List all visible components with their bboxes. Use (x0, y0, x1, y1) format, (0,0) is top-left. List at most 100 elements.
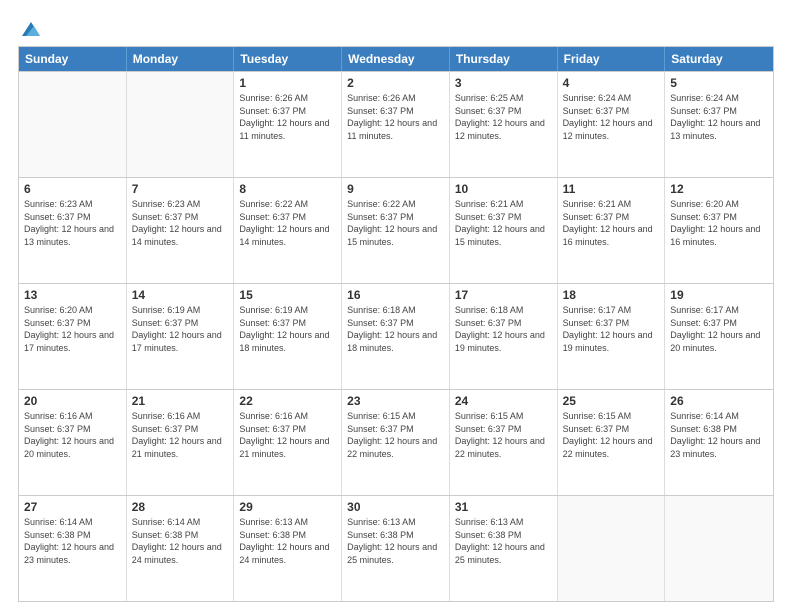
day-info: Sunrise: 6:21 AM Sunset: 6:37 PM Dayligh… (455, 198, 552, 248)
calendar-cell: 8Sunrise: 6:22 AM Sunset: 6:37 PM Daylig… (234, 178, 342, 283)
day-info: Sunrise: 6:13 AM Sunset: 6:38 PM Dayligh… (239, 516, 336, 566)
day-number: 27 (24, 500, 121, 514)
calendar-cell: 9Sunrise: 6:22 AM Sunset: 6:37 PM Daylig… (342, 178, 450, 283)
day-info: Sunrise: 6:25 AM Sunset: 6:37 PM Dayligh… (455, 92, 552, 142)
calendar-cell: 20 Sunrise: 6:16 AM Sunset: 6:37 PM Dayli… (19, 390, 127, 495)
day-info: Sunrise: 6:19 AM Sunset: 6:37 PM Dayligh… (239, 304, 336, 354)
day-number: 2 (347, 76, 444, 90)
day-number: 19 (670, 288, 768, 302)
logo-icon (20, 18, 42, 40)
day-info: Sunrise: 6:16 AM Sunset: 6:37 PM Dayligh… (132, 410, 229, 460)
calendar-cell (19, 72, 127, 177)
day-info: Sunrise: 6:24 AM Sunset: 6:37 PM Dayligh… (670, 92, 768, 142)
calendar-header-cell: Thursday (450, 47, 558, 71)
day-number: 7 (132, 182, 229, 196)
day-number: 28 (132, 500, 229, 514)
day-info: Sunrise: 6:16 AM Sunset: 6:37 PM Dayligh… (24, 410, 121, 460)
calendar-cell: 12 Sunrise: 6:20 AM Sunset: 6:37 PM Dayli… (665, 178, 773, 283)
calendar-cell: 17 Sunrise: 6:18 AM Sunset: 6:37 PM Dayli… (450, 284, 558, 389)
day-info: Sunrise: 6:14 AM Sunset: 6:38 PM Dayligh… (132, 516, 229, 566)
day-number: 13 (24, 288, 121, 302)
calendar-cell: 5 Sunrise: 6:24 AM Sunset: 6:37 PM Daylig… (665, 72, 773, 177)
calendar-cell: 15 Sunrise: 6:19 AM Sunset: 6:37 PM Dayli… (234, 284, 342, 389)
calendar-cell: 16Sunrise: 6:18 AM Sunset: 6:37 PM Dayli… (342, 284, 450, 389)
calendar-header: SundayMondayTuesdayWednesdayThursdayFrid… (19, 47, 773, 71)
day-info: Sunrise: 6:16 AM Sunset: 6:37 PM Dayligh… (239, 410, 336, 460)
calendar-cell: 25 Sunrise: 6:15 AM Sunset: 6:37 PM Dayli… (558, 390, 666, 495)
day-number: 20 (24, 394, 121, 408)
day-info: Sunrise: 6:15 AM Sunset: 6:37 PM Dayligh… (563, 410, 660, 460)
calendar-header-cell: Sunday (19, 47, 127, 71)
day-number: 15 (239, 288, 336, 302)
day-info: Sunrise: 6:14 AM Sunset: 6:38 PM Dayligh… (24, 516, 121, 566)
day-info: Sunrise: 6:20 AM Sunset: 6:37 PM Dayligh… (670, 198, 768, 248)
calendar-header-cell: Saturday (665, 47, 773, 71)
calendar-cell: 18Sunrise: 6:17 AM Sunset: 6:37 PM Dayli… (558, 284, 666, 389)
calendar-week: 1 Sunrise: 6:26 AM Sunset: 6:37 PM Daylig… (19, 71, 773, 177)
day-number: 1 (239, 76, 336, 90)
calendar-cell: 2 Sunrise: 6:26 AM Sunset: 6:37 PM Daylig… (342, 72, 450, 177)
day-number: 23 (347, 394, 444, 408)
calendar-cell: 23 Sunrise: 6:15 AM Sunset: 6:37 PM Dayli… (342, 390, 450, 495)
calendar: SundayMondayTuesdayWednesdayThursdayFrid… (18, 46, 774, 602)
calendar-cell: 24 Sunrise: 6:15 AM Sunset: 6:37 PM Dayli… (450, 390, 558, 495)
calendar-cell: 29Sunrise: 6:13 AM Sunset: 6:38 PM Dayli… (234, 496, 342, 601)
calendar-cell (127, 72, 235, 177)
day-info: Sunrise: 6:14 AM Sunset: 6:38 PM Dayligh… (670, 410, 768, 460)
day-info: Sunrise: 6:23 AM Sunset: 6:37 PM Dayligh… (24, 198, 121, 248)
calendar-cell: 3 Sunrise: 6:25 AM Sunset: 6:37 PM Daylig… (450, 72, 558, 177)
calendar-cell: 13Sunrise: 6:20 AM Sunset: 6:37 PM Dayli… (19, 284, 127, 389)
day-info: Sunrise: 6:15 AM Sunset: 6:37 PM Dayligh… (347, 410, 444, 460)
day-number: 4 (563, 76, 660, 90)
calendar-cell: 10Sunrise: 6:21 AM Sunset: 6:37 PM Dayli… (450, 178, 558, 283)
calendar-body: 1 Sunrise: 6:26 AM Sunset: 6:37 PM Daylig… (19, 71, 773, 601)
day-number: 21 (132, 394, 229, 408)
day-info: Sunrise: 6:13 AM Sunset: 6:38 PM Dayligh… (347, 516, 444, 566)
calendar-cell (558, 496, 666, 601)
day-number: 26 (670, 394, 768, 408)
calendar-header-cell: Monday (127, 47, 235, 71)
calendar-cell: 19 Sunrise: 6:17 AM Sunset: 6:37 PM Dayli… (665, 284, 773, 389)
page: SundayMondayTuesdayWednesdayThursdayFrid… (0, 0, 792, 612)
calendar-cell: 31Sunrise: 6:13 AM Sunset: 6:38 PM Dayli… (450, 496, 558, 601)
day-number: 17 (455, 288, 552, 302)
calendar-cell: 11Sunrise: 6:21 AM Sunset: 6:37 PM Dayli… (558, 178, 666, 283)
day-number: 25 (563, 394, 660, 408)
calendar-cell (665, 496, 773, 601)
calendar-header-cell: Tuesday (234, 47, 342, 71)
day-info: Sunrise: 6:19 AM Sunset: 6:37 PM Dayligh… (132, 304, 229, 354)
day-number: 22 (239, 394, 336, 408)
calendar-week: 13Sunrise: 6:20 AM Sunset: 6:37 PM Dayli… (19, 283, 773, 389)
calendar-cell: 7 Sunrise: 6:23 AM Sunset: 6:37 PM Daylig… (127, 178, 235, 283)
day-info: Sunrise: 6:15 AM Sunset: 6:37 PM Dayligh… (455, 410, 552, 460)
day-info: Sunrise: 6:26 AM Sunset: 6:37 PM Dayligh… (239, 92, 336, 142)
calendar-cell: 22 Sunrise: 6:16 AM Sunset: 6:37 PM Dayli… (234, 390, 342, 495)
day-number: 12 (670, 182, 768, 196)
calendar-header-cell: Wednesday (342, 47, 450, 71)
day-info: Sunrise: 6:17 AM Sunset: 6:37 PM Dayligh… (670, 304, 768, 354)
calendar-cell: 30 Sunrise: 6:13 AM Sunset: 6:38 PM Dayli… (342, 496, 450, 601)
calendar-cell: 14 Sunrise: 6:19 AM Sunset: 6:37 PM Dayli… (127, 284, 235, 389)
calendar-header-cell: Friday (558, 47, 666, 71)
day-info: Sunrise: 6:18 AM Sunset: 6:37 PM Dayligh… (455, 304, 552, 354)
calendar-cell: 21 Sunrise: 6:16 AM Sunset: 6:37 PM Dayli… (127, 390, 235, 495)
day-number: 14 (132, 288, 229, 302)
calendar-cell: 6Sunrise: 6:23 AM Sunset: 6:37 PM Daylig… (19, 178, 127, 283)
calendar-week: 27 Sunrise: 6:14 AM Sunset: 6:38 PM Dayli… (19, 495, 773, 601)
calendar-cell: 1 Sunrise: 6:26 AM Sunset: 6:37 PM Daylig… (234, 72, 342, 177)
day-info: Sunrise: 6:23 AM Sunset: 6:37 PM Dayligh… (132, 198, 229, 248)
calendar-cell: 26 Sunrise: 6:14 AM Sunset: 6:38 PM Dayli… (665, 390, 773, 495)
day-number: 31 (455, 500, 552, 514)
day-info: Sunrise: 6:26 AM Sunset: 6:37 PM Dayligh… (347, 92, 444, 142)
day-number: 24 (455, 394, 552, 408)
day-number: 30 (347, 500, 444, 514)
day-info: Sunrise: 6:22 AM Sunset: 6:37 PM Dayligh… (347, 198, 444, 248)
calendar-cell: 28 Sunrise: 6:14 AM Sunset: 6:38 PM Dayli… (127, 496, 235, 601)
day-number: 18 (563, 288, 660, 302)
header (18, 18, 774, 36)
day-number: 8 (239, 182, 336, 196)
day-number: 3 (455, 76, 552, 90)
day-number: 5 (670, 76, 768, 90)
calendar-cell: 4Sunrise: 6:24 AM Sunset: 6:37 PM Daylig… (558, 72, 666, 177)
calendar-cell: 27 Sunrise: 6:14 AM Sunset: 6:38 PM Dayli… (19, 496, 127, 601)
